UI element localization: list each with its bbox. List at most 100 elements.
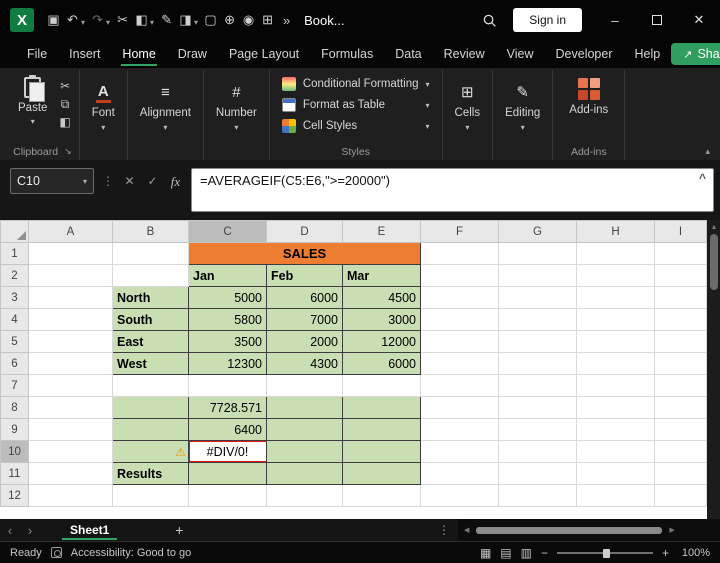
cell-C2[interactable]: Jan [188, 264, 267, 287]
ribbon-group-number[interactable]: # Number ▾ [204, 70, 270, 160]
normal-view-icon[interactable]: ▦ [480, 547, 491, 559]
column-header-A[interactable]: A [28, 220, 113, 243]
cell-H8[interactable] [576, 396, 655, 419]
sheet-tab-sheet1[interactable]: Sheet1 [54, 519, 125, 541]
cell-G3[interactable] [498, 286, 577, 309]
cell-E8[interactable] [342, 396, 421, 419]
cell-F1[interactable] [420, 242, 499, 265]
cell-C9[interactable]: 6400 [188, 418, 267, 441]
undo-icon[interactable]: ↶ [63, 12, 82, 28]
new-sheet-button[interactable]: + [165, 519, 193, 541]
cell-I9[interactable] [654, 418, 707, 441]
cell-B2[interactable] [112, 264, 189, 287]
conditional-formatting-button[interactable]: Conditional Formatting ▾ [276, 74, 436, 94]
format-as-table-button[interactable]: Format as Table ▾ [276, 95, 436, 115]
cell-E5[interactable]: 12000 [342, 330, 421, 353]
cell-H11[interactable] [576, 462, 655, 485]
cell-B4[interactable]: South [112, 308, 189, 331]
row-header-8[interactable]: 8 [0, 396, 29, 419]
cell-D11[interactable] [266, 462, 343, 485]
zoom-slider[interactable] [556, 547, 653, 559]
cell-B9[interactable] [112, 418, 189, 441]
cell-D10[interactable] [266, 440, 343, 463]
menu-tab-insert[interactable]: Insert [58, 40, 111, 68]
select-all-button[interactable] [0, 220, 29, 243]
row-header-1[interactable]: 1 [0, 242, 29, 265]
cell-A8[interactable] [28, 396, 113, 419]
warning-icon[interactable]: ⚠ [175, 445, 186, 459]
formula-input[interactable]: =AVERAGEIF(C5:E6,">=20000") ^ [191, 168, 714, 212]
cell-D9[interactable] [266, 418, 343, 441]
cell-C8[interactable]: 7728.571 [188, 396, 267, 419]
insert-icon[interactable]: ⊕ [220, 12, 239, 28]
column-header-C[interactable]: C [188, 220, 267, 243]
zoom-in-icon[interactable]: + [662, 546, 669, 560]
column-header-H[interactable]: H [576, 220, 655, 243]
cell-I3[interactable] [654, 286, 707, 309]
cell-C7[interactable] [188, 374, 267, 397]
cell-E2[interactable]: Mar [342, 264, 421, 287]
cell-E6[interactable]: 6000 [342, 352, 421, 375]
menu-tab-file[interactable]: File [16, 40, 58, 68]
ribbon-group-editing[interactable]: ✎ Editing ▾ [493, 70, 554, 160]
cell-H9[interactable] [576, 418, 655, 441]
collapse-ribbon-icon[interactable]: ▴ [705, 146, 710, 157]
cell-G8[interactable] [498, 396, 577, 419]
column-header-G[interactable]: G [498, 220, 577, 243]
cell-F12[interactable] [420, 484, 499, 507]
sign-in-button[interactable]: Sign in [513, 8, 582, 32]
camera-icon[interactable]: ◉ [239, 12, 258, 28]
cell-B12[interactable] [112, 484, 189, 507]
menu-tab-view[interactable]: View [496, 40, 545, 68]
cell-F2[interactable] [420, 264, 499, 287]
column-header-B[interactable]: B [112, 220, 189, 243]
cell-H2[interactable] [576, 264, 655, 287]
cell-B11[interactable]: Results [112, 462, 189, 485]
copy-icon[interactable]: ⧉ [59, 98, 70, 110]
cell-A12[interactable] [28, 484, 113, 507]
cell-H6[interactable] [576, 352, 655, 375]
menu-tab-page-layout[interactable]: Page Layout [218, 40, 310, 68]
sheet-options-icon[interactable]: ⋮ [430, 519, 458, 541]
fill-color-dropdown-icon[interactable]: ▾ [194, 18, 198, 27]
cell-C1[interactable]: SALES [188, 242, 421, 265]
paste-button[interactable]: Paste ▾ [12, 72, 55, 126]
page-break-view-icon[interactable]: ▥ [521, 547, 532, 559]
minimize-button[interactable]: – [594, 0, 636, 40]
cancel-icon[interactable]: ✕ [122, 174, 137, 188]
vertical-scrollbar[interactable]: ▲ [707, 220, 720, 519]
cell-H12[interactable] [576, 484, 655, 507]
cell-F11[interactable] [420, 462, 499, 485]
cell-A1[interactable] [28, 242, 113, 265]
cell-G2[interactable] [498, 264, 577, 287]
cell-C10[interactable]: #DIV/0! [188, 440, 267, 463]
cell-H1[interactable] [576, 242, 655, 265]
cell-A5[interactable] [28, 330, 113, 353]
menu-tab-data[interactable]: Data [384, 40, 432, 68]
cell-I7[interactable] [654, 374, 707, 397]
cell-D7[interactable] [266, 374, 343, 397]
cell-B7[interactable] [112, 374, 189, 397]
cell-H7[interactable] [576, 374, 655, 397]
column-header-E[interactable]: E [342, 220, 421, 243]
cell-D8[interactable] [266, 396, 343, 419]
row-header-2[interactable]: 2 [0, 264, 29, 287]
enter-icon[interactable]: ✓ [145, 174, 160, 188]
cell-G11[interactable] [498, 462, 577, 485]
zoom-slider-thumb[interactable] [602, 548, 610, 558]
cell-D4[interactable]: 7000 [266, 308, 343, 331]
fill-color-icon[interactable]: ◨ [176, 12, 195, 28]
cell-C5[interactable]: 3500 [188, 330, 267, 353]
cell-C12[interactable] [188, 484, 267, 507]
accessibility-icon[interactable] [50, 547, 62, 558]
menu-tab-draw[interactable]: Draw [167, 40, 218, 68]
redo-dropdown-icon[interactable]: ▾ [106, 18, 110, 27]
scroll-right-icon[interactable]: ▶ [667, 526, 676, 534]
maximize-button[interactable] [636, 0, 678, 40]
cut-icon[interactable]: ✂ [113, 12, 132, 28]
cell-F5[interactable] [420, 330, 499, 353]
cell-C3[interactable]: 5000 [188, 286, 267, 309]
cell-E10[interactable] [342, 440, 421, 463]
cell-G9[interactable] [498, 418, 577, 441]
cell-A2[interactable] [28, 264, 113, 287]
